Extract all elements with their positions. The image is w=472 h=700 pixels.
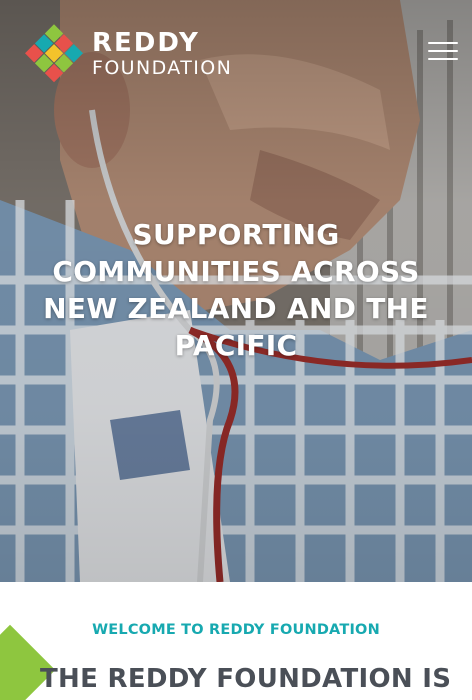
hero-title: SUPPORTING COMMUNITIES ACROSS NEW ZEALAN… (43, 218, 429, 362)
logo-wordmark: REDDY FOUNDATION (92, 30, 232, 78)
logo-name-line1: REDDY (92, 28, 200, 58)
welcome-eyebrow: WELCOME TO REDDY FOUNDATION (92, 622, 380, 638)
page: REDDY FOUNDATION SUPPORTING COMMUNITIES … (0, 0, 472, 700)
welcome-section: WELCOME TO REDDY FOUNDATION THE REDDY FO… (0, 582, 472, 700)
diamond-grid-logo-icon (25, 24, 83, 83)
menu-bar (428, 50, 458, 52)
menu-bar (428, 58, 458, 60)
site-logo[interactable]: REDDY FOUNDATION (24, 24, 232, 84)
menu-bar (428, 42, 458, 44)
hamburger-menu-icon[interactable] (428, 40, 458, 62)
logo-name-line2: FOUNDATION (92, 57, 233, 79)
hero-section: REDDY FOUNDATION SUPPORTING COMMUNITIES … (0, 0, 472, 582)
welcome-heading: THE REDDY FOUNDATION IS (40, 664, 452, 694)
